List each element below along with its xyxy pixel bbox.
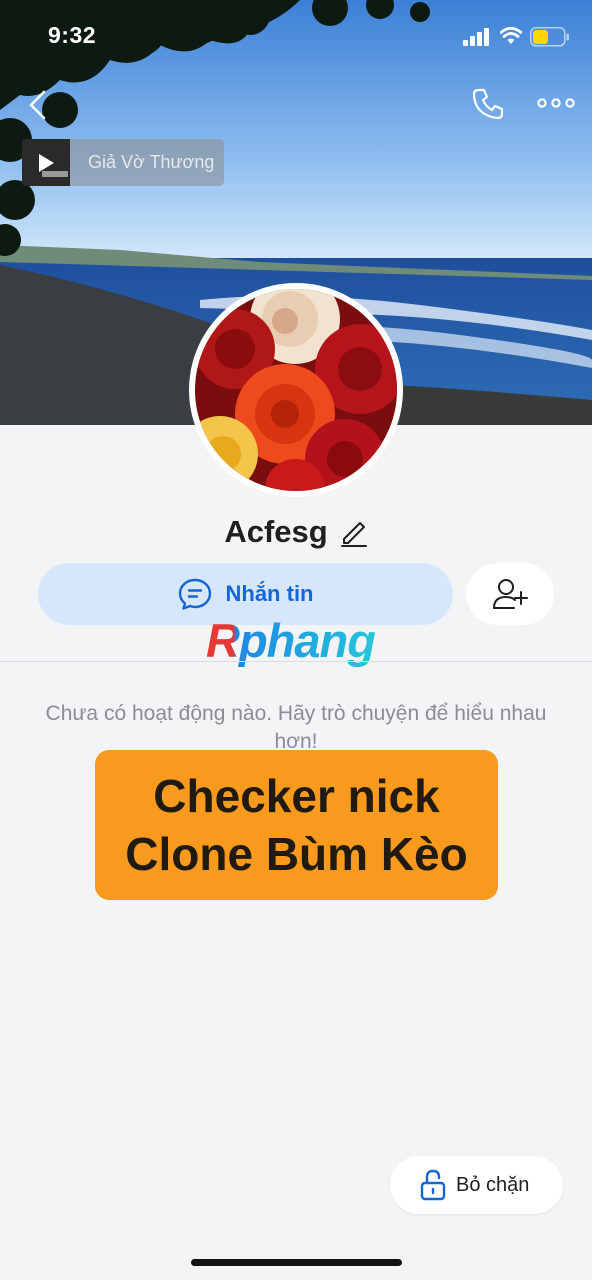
user-plus-icon <box>493 579 528 609</box>
avatar[interactable] <box>189 283 403 497</box>
add-friend-button[interactable] <box>466 563 554 625</box>
cellular-signal-icon <box>463 28 489 46</box>
pencil-icon[interactable] <box>340 517 368 547</box>
status-bar: 9:32 <box>0 0 592 74</box>
play-icon[interactable] <box>39 154 54 172</box>
status-time: 9:32 <box>48 22 97 48</box>
watermark-logo: Rphang <box>206 614 376 667</box>
profile-name: Acfesg <box>224 514 328 549</box>
unblock-button-label: Bỏ chặn <box>456 1173 530 1196</box>
message-button-label: Nhắn tin <box>225 581 314 606</box>
divider <box>0 661 592 662</box>
music-thumbnail <box>22 139 70 186</box>
home-indicator[interactable] <box>191 1259 402 1266</box>
banner-line-2: Clone Bùm Kèo <box>125 828 468 880</box>
thumbnail-caption <box>42 171 68 177</box>
avatar-image <box>195 289 397 491</box>
chat-bubble-icon <box>178 578 211 610</box>
empty-feed-message: Chưa có hoạt động nào. Hãy trò chuyện để… <box>45 702 547 753</box>
banner-line-1: Checker nick <box>153 770 440 822</box>
phone-icon[interactable] <box>470 86 506 122</box>
profile-music-player[interactable]: Giả Vờ Thương <box>22 139 224 186</box>
back-button[interactable] <box>22 88 56 122</box>
wifi-icon <box>500 27 522 44</box>
battery-icon <box>530 27 569 47</box>
unlock-icon <box>420 1169 446 1201</box>
more-options-icon[interactable] <box>536 92 576 114</box>
music-title: Giả Vờ Thương <box>88 152 215 172</box>
profile-name-row: Acfesg <box>0 510 592 554</box>
unblock-button[interactable]: Bỏ chặn <box>390 1156 563 1214</box>
promo-banner: Checker nick Clone Bùm Kèo <box>95 750 498 900</box>
